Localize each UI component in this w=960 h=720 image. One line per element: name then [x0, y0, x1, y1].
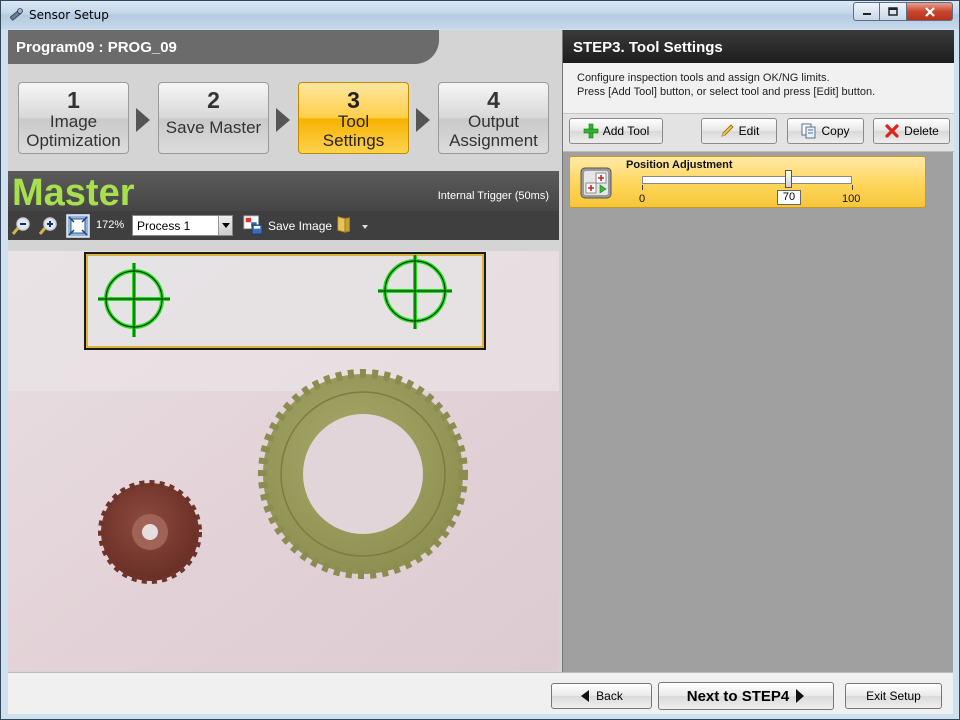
- back-label: Back: [596, 689, 623, 703]
- bottom-navigation: Back Next to STEP4 Exit Setup: [8, 672, 953, 714]
- master-image: [8, 251, 559, 671]
- step-description: Configure inspection tools and assign OK…: [563, 63, 954, 114]
- window-title: Sensor Setup: [29, 8, 109, 22]
- pencil-icon: [721, 124, 734, 137]
- add-tool-button[interactable]: Add Tool: [569, 118, 663, 144]
- step-label: Save Master: [165, 118, 262, 137]
- step-4-output-assignment[interactable]: 4 Output Assignment: [438, 82, 549, 154]
- large-gear: [258, 369, 468, 579]
- save-image-icon[interactable]: [242, 215, 264, 235]
- copy-label: Copy: [821, 124, 850, 138]
- exit-setup-button[interactable]: Exit Setup: [845, 683, 942, 709]
- step-2-save-master[interactable]: 2 Save Master: [158, 82, 269, 154]
- edit-button[interactable]: Edit: [701, 118, 777, 144]
- threshold-slider-track[interactable]: [642, 176, 852, 184]
- step-number: 3: [347, 87, 360, 113]
- small-gear: [98, 480, 202, 584]
- description-line: Press [Add Tool] button, or select tool …: [577, 86, 876, 98]
- folder-icon[interactable]: [334, 214, 356, 234]
- step-1-image-optimization[interactable]: 1 Image Optimization: [18, 82, 129, 154]
- step-label: Settings: [322, 131, 385, 150]
- sensor-setup-window: Sensor Setup Program09 : PROG_09 1 Image…: [0, 0, 960, 720]
- position-adjustment-icon: [580, 167, 612, 199]
- camera-image-view[interactable]: [8, 251, 559, 671]
- title-bar: Sensor Setup: [1, 1, 959, 29]
- step-label: Optimization: [26, 131, 121, 150]
- next-step-button[interactable]: Next to STEP4: [658, 682, 834, 710]
- add-tool-label: Add Tool: [602, 124, 650, 138]
- step-label: Output: [467, 112, 520, 131]
- copy-button[interactable]: Copy: [787, 118, 864, 144]
- chevron-down-icon[interactable]: [218, 216, 232, 235]
- step-label: Assignment: [449, 131, 538, 150]
- slider-tick: [642, 185, 643, 190]
- step-label: Tool: [337, 112, 370, 131]
- copy-icon: [801, 123, 816, 139]
- description-line: Configure inspection tools and assign OK…: [577, 72, 830, 84]
- back-button[interactable]: Back: [551, 683, 652, 709]
- delete-x-icon: [885, 124, 899, 138]
- minimize-icon: [862, 12, 871, 15]
- slider-tick: [852, 185, 853, 190]
- delete-button[interactable]: Delete: [873, 118, 950, 144]
- master-header: Master Internal Trigger (50ms): [8, 171, 559, 214]
- trigger-status: Internal Trigger (50ms): [437, 190, 549, 202]
- close-icon: [924, 6, 935, 17]
- step-title: STEP3. Tool Settings: [573, 39, 723, 56]
- program-title: Program09 : PROG_09: [16, 39, 177, 56]
- threshold-slider-thumb[interactable]: [785, 170, 792, 188]
- arrow-right-icon: [796, 689, 805, 703]
- minimize-button[interactable]: [853, 2, 880, 21]
- step-label: Image: [49, 112, 98, 131]
- process-select-value: Process 1: [137, 219, 191, 233]
- next-label: Next to STEP4: [686, 687, 790, 705]
- save-image-label[interactable]: Save Image: [268, 219, 332, 233]
- zoom-out-icon[interactable]: [11, 216, 33, 236]
- tool-settings-panel: STEP3. Tool Settings Configure inspectio…: [562, 30, 954, 672]
- maximize-icon: [888, 6, 898, 16]
- image-toolbar: 172% Process 1 Save Image: [8, 211, 559, 240]
- step-number: 1: [67, 87, 80, 113]
- slider-min-label: 0: [639, 193, 646, 205]
- zoom-in-icon[interactable]: [38, 216, 60, 236]
- step-number: 2: [207, 87, 220, 113]
- step-title-bar: STEP3. Tool Settings: [563, 30, 954, 63]
- slider-max-label: 100: [842, 193, 861, 205]
- tool-actions-bar: Add Tool Edit Copy Delete: [563, 114, 954, 152]
- chevron-down-icon[interactable]: [360, 216, 370, 236]
- step-arrow-icon: [136, 108, 150, 132]
- step-arrow-icon: [416, 108, 430, 132]
- process-select[interactable]: Process 1: [132, 215, 233, 236]
- step-navigation: 1 Image Optimization 2 Save Master 3 Too…: [8, 64, 559, 154]
- client-area: Program09 : PROG_09 1 Image Optimization…: [8, 30, 954, 714]
- step-arrow-icon: [276, 108, 290, 132]
- exit-label: Exit Setup: [866, 689, 921, 703]
- zoom-level: 172%: [96, 219, 125, 231]
- step-number: 4: [487, 87, 500, 113]
- tool-item-position-adjustment[interactable]: Position Adjustment 0 70 100: [569, 156, 926, 208]
- tool-name: Position Adjustment: [626, 159, 733, 171]
- master-title: Master: [12, 172, 135, 214]
- program-header: Program09 : PROG_09: [8, 30, 439, 64]
- maximize-button[interactable]: [880, 2, 907, 21]
- arrow-left-icon: [581, 690, 590, 702]
- plus-icon: [583, 123, 599, 139]
- close-button[interactable]: [907, 2, 953, 21]
- fit-to-window-icon[interactable]: [66, 214, 90, 238]
- wrench-icon: [10, 8, 23, 21]
- edit-label: Edit: [738, 124, 760, 138]
- threshold-value-field[interactable]: 70: [777, 190, 801, 205]
- step-3-tool-settings[interactable]: 3 Tool Settings: [298, 82, 409, 154]
- delete-label: Delete: [904, 124, 939, 138]
